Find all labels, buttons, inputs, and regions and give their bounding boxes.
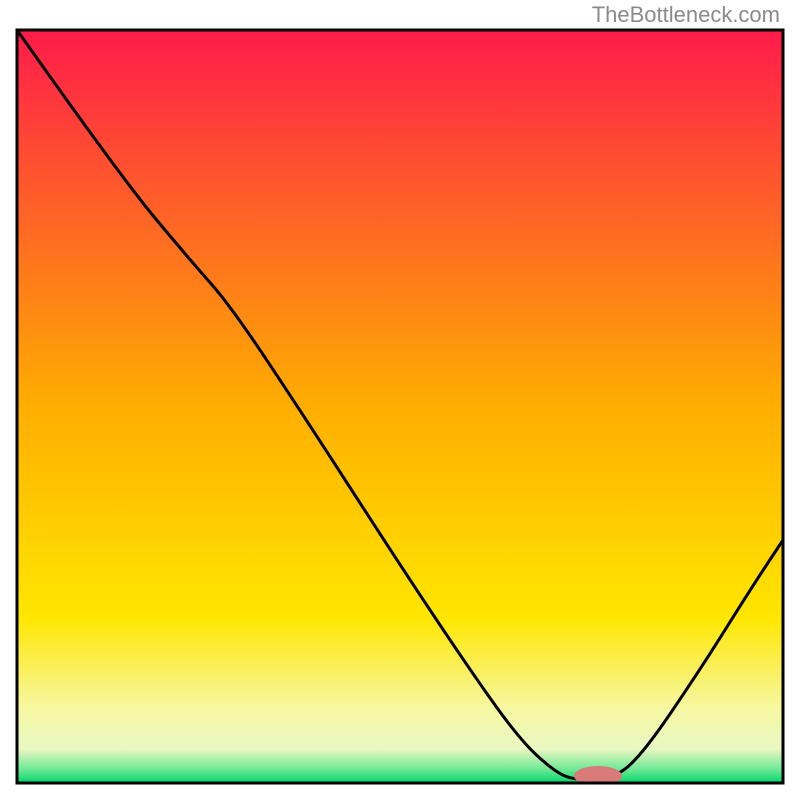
watermark-text: TheBottleneck.com bbox=[592, 2, 780, 27]
gradient-background bbox=[17, 30, 783, 783]
bottleneck-chart: TheBottleneck.com bbox=[0, 0, 800, 800]
